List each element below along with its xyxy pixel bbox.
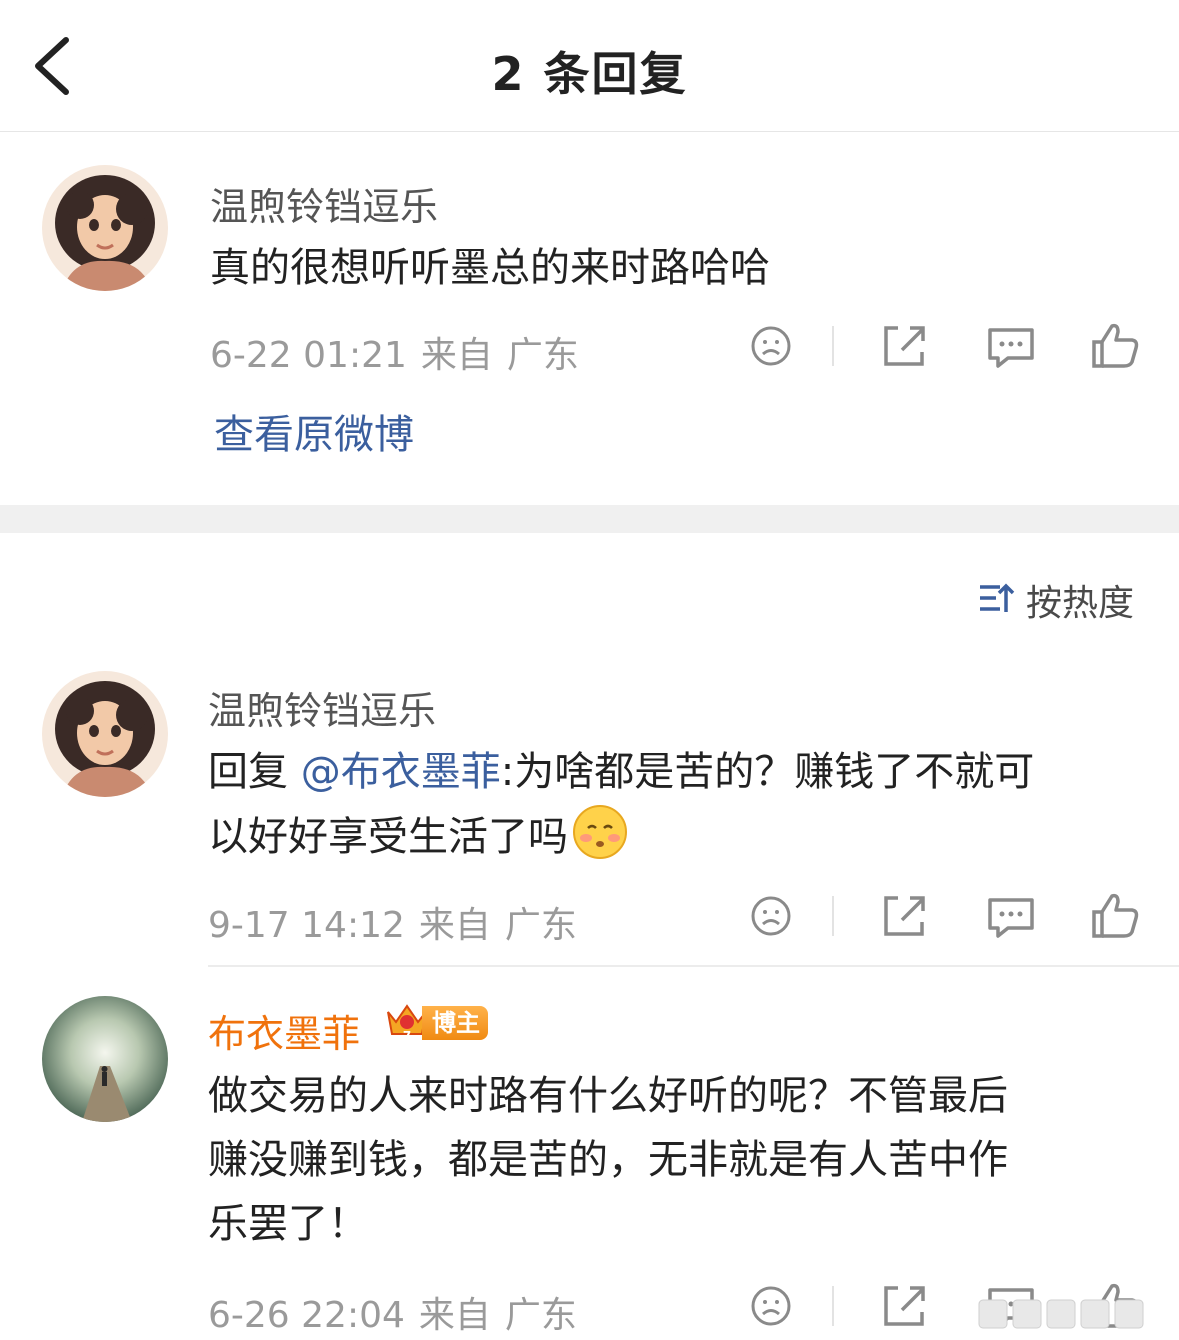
share-icon[interactable] xyxy=(876,886,936,946)
reply-from-label: 来自 xyxy=(418,905,491,946)
blogger-badge-label: 博主 xyxy=(422,1006,488,1040)
reply-actions xyxy=(750,886,1170,946)
comment-text: 真的很想听听墨总的来时路哈哈 xyxy=(210,245,770,291)
reply-text-line: 做交易的人来时路有什么好听的呢？不管最后 xyxy=(208,1073,1008,1119)
sort-icon xyxy=(976,578,1016,622)
view-original-link[interactable]: 查看原微博 xyxy=(214,402,414,460)
comment-location: 广东 xyxy=(506,335,579,376)
reply-text-line: 乐罢了！ xyxy=(208,1201,368,1247)
comment-time: 6-22 01:21 xyxy=(210,335,407,376)
reply-time: 9-17 14:12 xyxy=(208,905,405,946)
avatar[interactable] xyxy=(42,165,168,291)
reply-time: 6-26 22:04 xyxy=(208,1295,405,1336)
section-separator xyxy=(0,505,1179,533)
badge-level: 7 xyxy=(403,1029,411,1043)
reply-username[interactable]: 温煦铃铛逗乐 xyxy=(208,680,436,735)
avatar[interactable] xyxy=(42,996,168,1122)
watermark-logo xyxy=(977,1294,1173,1334)
reply-text: 做交易的人来时路有什么好听的呢？不管最后 赚没赚到钱，都是苦的，无非就是有人苦中… xyxy=(208,1064,1148,1256)
blogger-badge: 7 博主 xyxy=(384,1000,488,1046)
reply-text-line: 以好好享受生活了吗 xyxy=(208,814,568,860)
comment-actions xyxy=(750,316,1170,376)
reply-location: 广东 xyxy=(504,1295,577,1336)
reply-divider xyxy=(208,965,1179,967)
share-icon[interactable] xyxy=(876,1276,936,1336)
top-bar: 2 条回复 xyxy=(0,0,1179,132)
sort-label: 按热度 xyxy=(1026,583,1135,624)
action-divider xyxy=(832,326,834,366)
comment-username[interactable]: 温煦铃铛逗乐 xyxy=(210,176,438,231)
reply-username[interactable]: 布衣墨菲 xyxy=(208,1003,360,1058)
reply-from-label: 来自 xyxy=(418,1295,491,1336)
mention-link[interactable]: @布衣墨菲 xyxy=(301,749,501,795)
dislike-face-icon[interactable] xyxy=(750,886,810,946)
reply-text-line: 赚没赚到钱，都是苦的，无非就是有人苦中作 xyxy=(208,1137,1008,1183)
action-divider xyxy=(832,896,834,936)
comment-icon[interactable] xyxy=(982,886,1042,946)
like-thumb-icon[interactable] xyxy=(1088,316,1148,376)
page-title: 2 条回复 xyxy=(491,47,688,101)
sort-by-hot-button[interactable]: 按热度 xyxy=(976,578,1134,624)
action-divider xyxy=(832,1286,834,1326)
reply-meta: 9-17 14:12 来自 广东 xyxy=(208,896,591,948)
reply-text: 回复 @布衣墨菲:为啥都是苦的？赚钱了不就可 以好好享受生活了吗 xyxy=(208,740,1148,869)
comment-meta: 6-22 01:21 来自 广东 xyxy=(210,326,593,378)
reply-text-line: :为啥都是苦的？赚钱了不就可 xyxy=(500,749,1035,795)
dislike-face-icon[interactable] xyxy=(750,1276,810,1336)
reply-meta: 6-26 22:04 来自 广东 xyxy=(208,1286,591,1338)
dislike-face-icon[interactable] xyxy=(750,316,810,376)
blush-emoji-icon xyxy=(572,804,628,860)
avatar[interactable] xyxy=(42,671,168,797)
comment-icon[interactable] xyxy=(982,316,1042,376)
reply-location: 广东 xyxy=(504,905,577,946)
comment-from-label: 来自 xyxy=(420,335,493,376)
share-icon[interactable] xyxy=(876,316,936,376)
like-thumb-icon[interactable] xyxy=(1088,886,1148,946)
reply-prefix: 回复 xyxy=(208,749,301,795)
